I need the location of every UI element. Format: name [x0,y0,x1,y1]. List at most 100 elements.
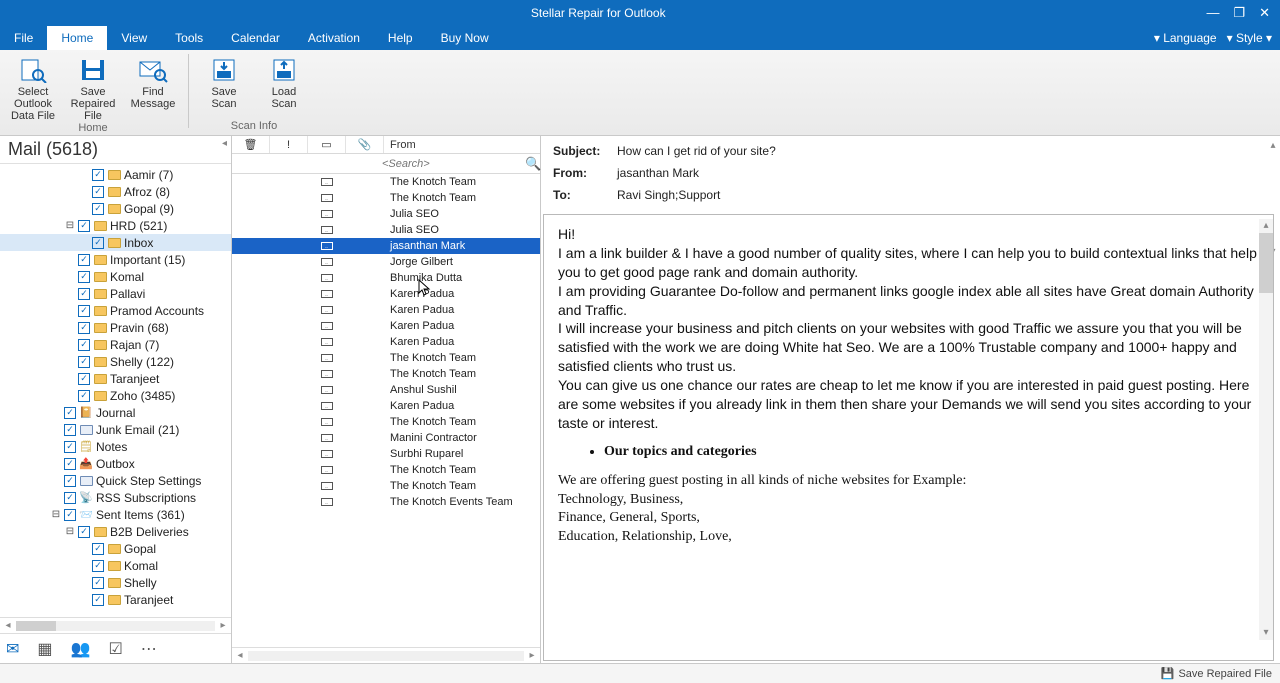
search-input[interactable] [382,158,525,170]
folder-checkbox[interactable]: ✓ [78,288,90,300]
folder-checkbox[interactable]: ✓ [64,441,76,453]
folder-checkbox[interactable]: ✓ [92,203,104,215]
folder-checkbox[interactable]: ✓ [64,407,76,419]
folder-important-15[interactable]: ✓Important (15) [0,251,231,268]
select-file-button[interactable]: Select Outlook Data File [4,54,62,122]
folder-checkbox[interactable]: ✓ [64,509,76,521]
body-v-scrollbar[interactable]: ▴ ▾ [1259,219,1273,640]
language-menu[interactable]: ▾ Language [1154,31,1217,45]
folder-checkbox[interactable]: ✓ [92,237,104,249]
folder-checkbox[interactable]: ✓ [92,560,104,572]
message-row[interactable]: The Knotch Team [232,414,540,430]
menu-tab-file[interactable]: File [0,26,47,50]
scroll-up-icon[interactable]: ▴ [1259,219,1273,233]
folder-checkbox[interactable]: ✓ [78,390,90,402]
message-row[interactable]: Julia SEO [232,222,540,238]
folder-shelly[interactable]: ✓Shelly [0,574,231,591]
message-row[interactable]: Karen Padua [232,398,540,414]
list-header[interactable]: 🗑 ! ▭ 📎 From [232,136,540,154]
folder-checkbox[interactable]: ✓ [92,186,104,198]
folder-checkbox[interactable]: ✓ [78,254,90,266]
menu-tab-buy-now[interactable]: Buy Now [427,26,503,50]
save-repaired-button[interactable]: Save Repaired File [64,54,122,122]
message-row[interactable]: The Knotch Team [232,350,540,366]
message-row[interactable]: The Knotch Events Team [232,494,540,510]
folder-aamir-7[interactable]: ✓Aamir (7) [0,166,231,183]
folder-checkbox[interactable]: ✓ [64,424,76,436]
folder-pravin-68[interactable]: ✓Pravin (68) [0,319,231,336]
message-row[interactable]: The Knotch Team [232,366,540,382]
collapse-icon[interactable]: ⊟ [65,526,75,537]
window-minimize-button[interactable]: — [1206,5,1219,21]
message-row[interactable]: The Knotch Team [232,174,540,190]
scroll-thumb[interactable] [1259,233,1273,293]
folder-checkbox[interactable]: ✓ [92,543,104,555]
message-row[interactable]: The Knotch Team [232,478,540,494]
folder-checkbox[interactable]: ✓ [64,458,76,470]
menu-tab-activation[interactable]: Activation [294,26,374,50]
status-save-repaired[interactable]: Save Repaired File [1178,668,1272,680]
folder-checkbox[interactable]: ✓ [78,271,90,283]
folder-checkbox[interactable]: ✓ [78,322,90,334]
folder-checkbox[interactable]: ✓ [78,339,90,351]
scroll-right-icon[interactable]: ▸ [215,620,231,631]
folder-inbox[interactable]: ✓Inbox [0,234,231,251]
folder-checkbox[interactable]: ✓ [64,475,76,487]
scroll-down-icon[interactable]: ▾ [1259,626,1273,640]
col-attachment[interactable]: 📎 [346,136,384,153]
more-views-icon[interactable]: ⋯ [141,639,157,659]
menu-tab-view[interactable]: View [107,26,161,50]
collapse-icon[interactable]: ⊟ [51,509,61,520]
message-row[interactable]: Bhumika Dutta [232,270,540,286]
calendar-view-icon[interactable]: ▦ [37,639,52,659]
message-row[interactable]: The Knotch Team [232,190,540,206]
folder-sent-items-361[interactable]: ⊟✓📨Sent Items (361) [0,506,231,523]
folder-checkbox[interactable]: ✓ [64,492,76,504]
col-importance[interactable]: ! [270,136,308,153]
folder-checkbox[interactable]: ✓ [92,169,104,181]
folder-komal[interactable]: ✓Komal [0,268,231,285]
window-maximize-button[interactable]: ❐ [1233,5,1245,21]
menu-tab-tools[interactable]: Tools [161,26,217,50]
folder-shelly-122[interactable]: ✓Shelly (122) [0,353,231,370]
nav-h-scrollbar[interactable]: ◂ ▸ [0,617,231,633]
folder-checkbox[interactable]: ✓ [78,305,90,317]
scroll-left-icon[interactable]: ◂ [0,620,16,631]
list-h-scrollbar[interactable]: ◂ ▸ [232,647,540,663]
message-row[interactable]: Anshul Sushil [232,382,540,398]
folder-checkbox[interactable]: ✓ [92,594,104,606]
tasks-view-icon[interactable]: ☑ [108,639,122,659]
people-view-icon[interactable]: 👥 [71,639,91,659]
folder-checkbox[interactable]: ✓ [78,220,90,232]
message-row[interactable]: jasanthan Mark [232,238,540,254]
folder-pramod-accounts[interactable]: ✓Pramod Accounts [0,302,231,319]
folder-checkbox[interactable]: ✓ [78,373,90,385]
message-row[interactable]: Karen Padua [232,334,540,350]
message-row[interactable]: Manini Contractor [232,430,540,446]
scroll-left-icon[interactable]: ◂ [232,650,248,661]
message-row[interactable]: Surbhi Ruparel [232,446,540,462]
folder-checkbox[interactable]: ✓ [78,526,90,538]
message-row[interactable]: Karen Padua [232,286,540,302]
scroll-right-icon[interactable]: ▸ [524,650,540,661]
folder-tree[interactable]: ✓Aamir (7)✓Afroz (8)✓Gopal (9)⊟✓HRD (521… [0,164,231,617]
folder-hrd-521[interactable]: ⊟✓HRD (521) [0,217,231,234]
col-doc[interactable]: ▭ [308,136,346,153]
col-from[interactable]: From [384,136,540,153]
folder-afroz-8[interactable]: ✓Afroz (8) [0,183,231,200]
message-row[interactable]: The Knotch Team [232,462,540,478]
folder-gopal-9[interactable]: ✓Gopal (9) [0,200,231,217]
folder-journal[interactable]: ✓📔Journal [0,404,231,421]
folder-notes[interactable]: ✓🗒Notes [0,438,231,455]
style-menu[interactable]: ▾ Style ▾ [1227,31,1272,45]
folder-rajan-7[interactable]: ✓Rajan (7) [0,336,231,353]
folder-gopal[interactable]: ✓Gopal [0,540,231,557]
folder-outbox[interactable]: ✓📤Outbox [0,455,231,472]
load-scan-button[interactable]: Load Scan [255,54,313,110]
message-row[interactable]: Julia SEO [232,206,540,222]
folder-checkbox[interactable]: ✓ [78,356,90,368]
folder-quick-step-settings[interactable]: ✓Quick Step Settings [0,472,231,489]
folder-pallavi[interactable]: ✓Pallavi [0,285,231,302]
folder-komal[interactable]: ✓Komal [0,557,231,574]
scroll-up-icon[interactable]: ▴ [1266,140,1280,154]
